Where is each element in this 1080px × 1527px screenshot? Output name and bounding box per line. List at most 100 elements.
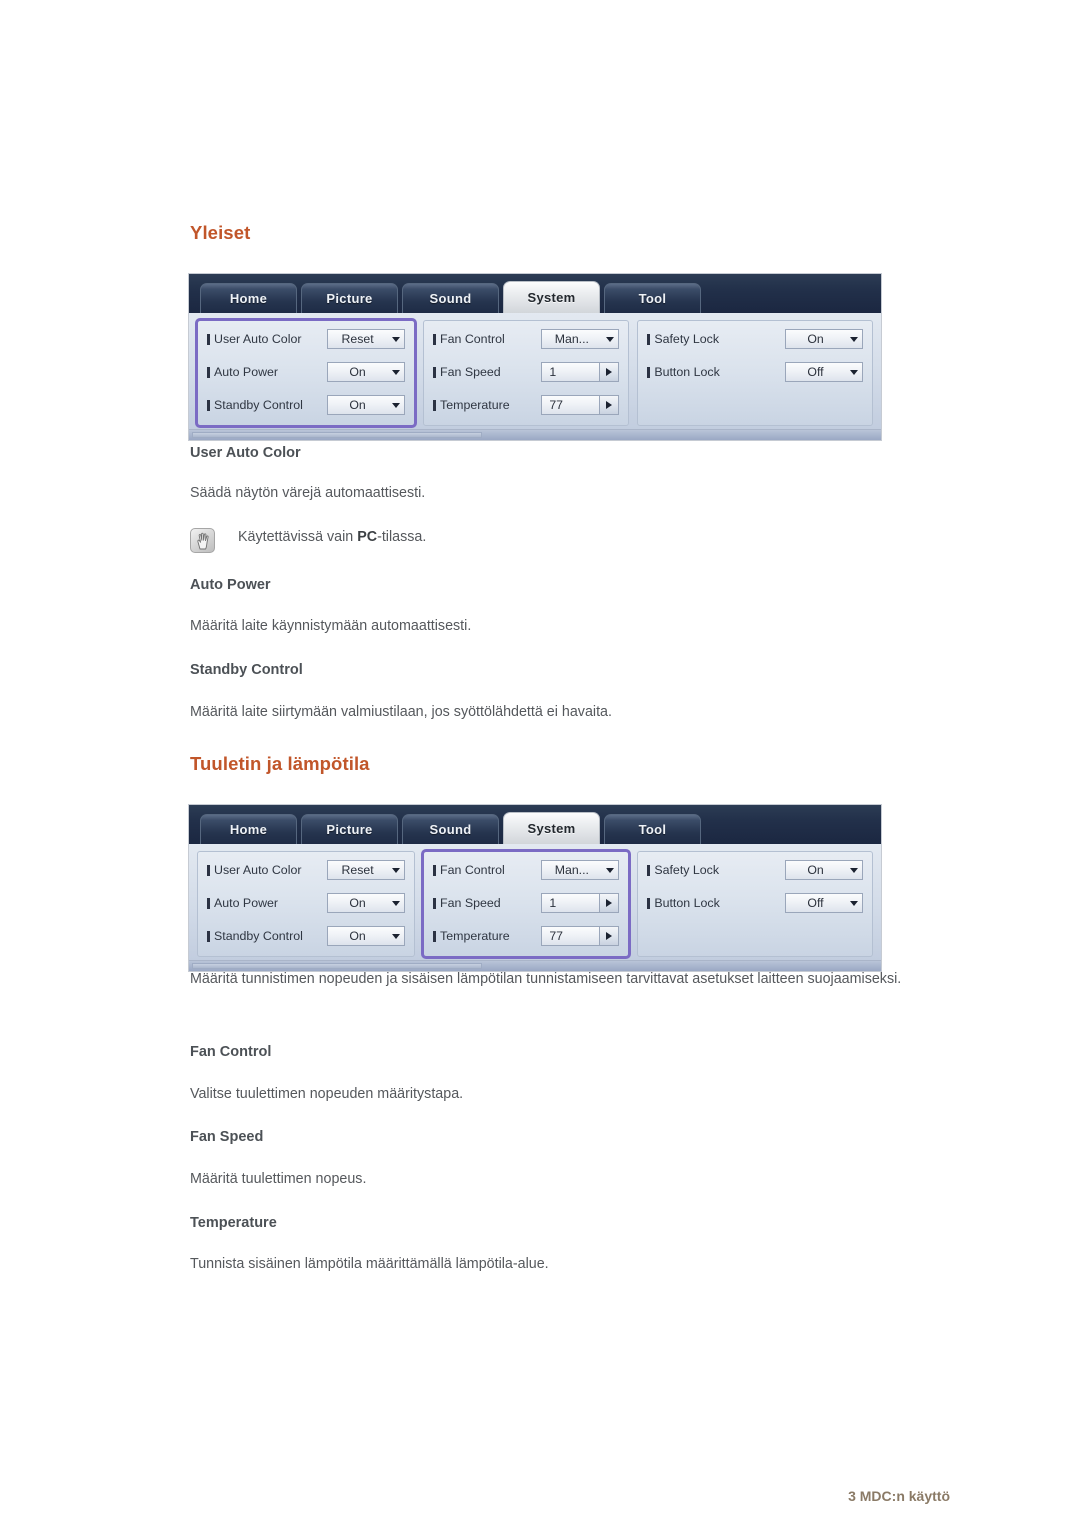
dropdown-standby-control[interactable]: On (327, 395, 406, 415)
dropdown-value: Reset (341, 863, 374, 877)
dropdown-auto-power[interactable]: On (327, 893, 406, 913)
chevron-down-icon (845, 363, 862, 381)
note-text: Käytettävissä vain PC-tilassa. (238, 527, 426, 548)
spinner-fan-speed[interactable]: 1 (541, 893, 620, 913)
body-user-auto-color: Säädä näytön värejä automaattisesti. (190, 485, 426, 501)
chevron-down-icon (387, 861, 404, 879)
subheading-fan-control: Fan Control (190, 1044, 272, 1060)
panel-fan-temperature: Fan Control Man... Fan Speed 1 Temperatu… (421, 849, 632, 959)
chevron-down-icon (387, 363, 404, 381)
subheading-auto-power: Auto Power (190, 577, 271, 593)
bullet-icon (207, 930, 210, 942)
tab-picture[interactable]: Picture (301, 283, 398, 313)
chevron-down-icon (845, 330, 862, 348)
label-fan-speed: Fan Speed (440, 896, 501, 910)
row-fan-control: Fan Control Man... (433, 328, 620, 350)
label-fan-speed: Fan Speed (440, 365, 501, 379)
label-button-lock: Button Lock (654, 896, 720, 910)
panel-locks: Safety Lock On Button Lock Off (637, 320, 874, 426)
dropdown-value: Man... (554, 332, 589, 346)
tab-picture[interactable]: Picture (301, 814, 398, 844)
note-pc-mode: Käytettävissä vain PC-tilassa. (190, 527, 426, 553)
body-temperature: Tunnista sisäinen lämpötila määrittämäll… (190, 1256, 549, 1272)
bullet-icon (207, 366, 210, 378)
row-standby-control: Standby Control On (207, 394, 406, 416)
dropdown-fan-control[interactable]: Man... (541, 329, 620, 349)
dropdown-value: Off (807, 896, 824, 910)
dropdown-auto-power[interactable]: On (327, 362, 406, 382)
dropdown-value: Man... (554, 863, 589, 877)
row-fan-speed: Fan Speed 1 (433, 892, 620, 914)
dropdown-safety-lock[interactable]: On (785, 329, 864, 349)
tab-home[interactable]: Home (200, 814, 297, 844)
tab-tool[interactable]: Tool (604, 283, 701, 313)
tab-system[interactable]: System (503, 281, 600, 313)
body-fan-speed: Määritä tuulettimen nopeus. (190, 1171, 367, 1187)
label-safety-lock: Safety Lock (654, 863, 720, 877)
dropdown-value: On (349, 896, 366, 910)
tab-home[interactable]: Home (200, 283, 297, 313)
label-standby-control: Standby Control (214, 398, 303, 412)
dropdown-user-auto-color[interactable]: Reset (327, 860, 406, 880)
dropdown-safety-lock[interactable]: On (785, 860, 864, 880)
row-safety-lock: Safety Lock On (647, 859, 864, 881)
label-temperature: Temperature (440, 398, 510, 412)
dropdown-value: On (349, 929, 366, 943)
chevron-down-icon (601, 330, 618, 348)
spinner-temperature[interactable]: 77 (541, 926, 620, 946)
row-auto-power: Auto Power On (207, 361, 406, 383)
row-user-auto-color: User Auto Color Reset (207, 328, 406, 350)
chevron-down-icon (387, 330, 404, 348)
chevron-down-icon (387, 894, 404, 912)
note-text-before: Käytettävissä vain (238, 529, 358, 545)
dropdown-standby-control[interactable]: On (327, 926, 406, 946)
document-page: Yleiset Home Picture Sound System Tool U… (0, 0, 1080, 1527)
label-fan-control: Fan Control (440, 863, 505, 877)
tab-sound[interactable]: Sound (402, 814, 499, 844)
tab-system[interactable]: System (503, 812, 600, 844)
bullet-icon (433, 864, 437, 876)
subheading-standby-control: Standby Control (190, 662, 303, 678)
spinner-temperature[interactable]: 77 (541, 395, 620, 415)
tab-tool[interactable]: Tool (604, 814, 701, 844)
chevron-right-icon[interactable] (599, 363, 619, 381)
label-temperature: Temperature (440, 929, 510, 943)
spinner-fan-speed[interactable]: 1 (541, 362, 620, 382)
spinner-value: 1 (549, 365, 557, 379)
panel-fan-temperature: Fan Control Man... Fan Speed 1 Temperatu… (423, 320, 630, 426)
chevron-right-icon[interactable] (599, 927, 619, 945)
body-standby-control: Määritä laite siirtymään valmiustilaan, … (190, 704, 612, 720)
spinner-value: 77 (549, 398, 564, 412)
row-standby-control: Standby Control On (207, 925, 406, 947)
row-safety-lock: Safety Lock On (647, 328, 864, 350)
chevron-down-icon (601, 861, 618, 879)
horizontal-scrollbar[interactable] (192, 432, 482, 438)
label-safety-lock: Safety Lock (654, 332, 720, 346)
label-auto-power: Auto Power (214, 896, 279, 910)
bullet-icon (647, 864, 651, 876)
section-heading-tuuletin: Tuuletin ja lämpötila (190, 753, 370, 774)
row-button-lock: Button Lock Off (647, 892, 864, 914)
mdc-panels-1: User Auto Color Reset Auto Power On Stan… (189, 313, 881, 429)
page-footer: 3 MDC:n käyttö (848, 1488, 950, 1504)
bullet-icon (433, 399, 437, 411)
mdc-screenshot-fan: Home Picture Sound System Tool User Auto… (188, 804, 882, 972)
dropdown-fan-control[interactable]: Man... (541, 860, 620, 880)
chevron-right-icon[interactable] (599, 894, 619, 912)
section-heading-yleiset: Yleiset (190, 222, 251, 243)
chevron-right-icon[interactable] (599, 396, 619, 414)
dropdown-user-auto-color[interactable]: Reset (327, 329, 406, 349)
dropdown-button-lock[interactable]: Off (785, 893, 864, 913)
subheading-fan-speed: Fan Speed (190, 1129, 264, 1145)
label-fan-control: Fan Control (440, 332, 505, 346)
tab-sound[interactable]: Sound (402, 283, 499, 313)
dropdown-button-lock[interactable]: Off (785, 362, 864, 382)
note-hand-icon (190, 528, 215, 553)
bullet-icon (207, 864, 210, 876)
dropdown-value: On (807, 332, 824, 346)
chevron-down-icon (387, 396, 404, 414)
label-auto-power: Auto Power (214, 365, 279, 379)
row-auto-power: Auto Power On (207, 892, 406, 914)
row-fan-control: Fan Control Man... (433, 859, 620, 881)
spinner-value: 77 (549, 929, 564, 943)
